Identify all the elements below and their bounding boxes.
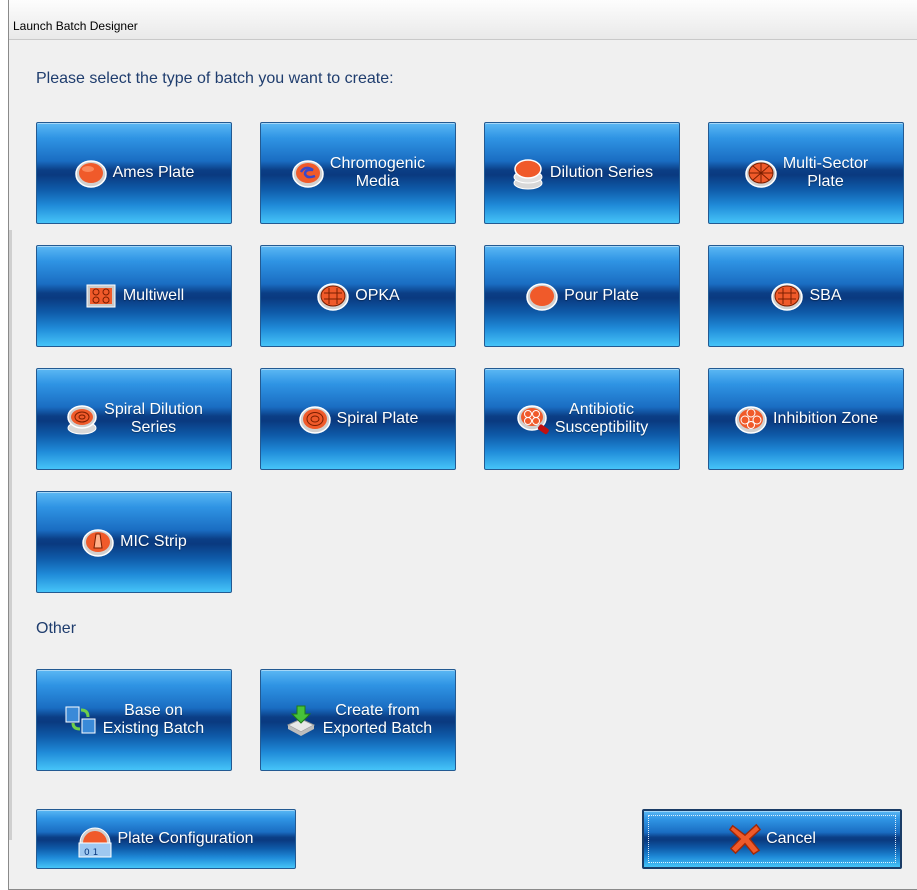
other-section-label: Other xyxy=(36,620,77,637)
opka-button[interactable]: OPKA xyxy=(260,245,456,347)
plate-configuration-button[interactable]: 0 1 Plate Configuration xyxy=(36,809,296,869)
chromogenic-media-button[interactable]: Chromogenic Media xyxy=(260,122,456,224)
ames-plate-icon xyxy=(74,160,107,188)
launch-batch-designer-window: Launch Batch Designer Please select the … xyxy=(8,0,917,890)
cancel-button[interactable]: Cancel xyxy=(642,809,902,869)
window-left-edge xyxy=(9,230,12,840)
button-label: SBA xyxy=(809,287,842,304)
mic-strip-button[interactable]: MIC Strip xyxy=(36,491,232,593)
multi-sector-plate-button[interactable]: Multi-Sector Plate xyxy=(708,122,904,224)
plate-configuration-icon: 0 1 xyxy=(78,827,112,858)
svg-text:0 1: 0 1 xyxy=(84,848,98,858)
spiral-plate-icon xyxy=(298,406,331,434)
dilution-series-button[interactable]: Dilution Series xyxy=(484,122,680,224)
button-label: Create from Exported Batch xyxy=(322,702,433,737)
button-label: Dilution Series xyxy=(549,164,654,181)
spiral-plate-button[interactable]: Spiral Plate xyxy=(260,368,456,470)
antibiotic-susceptibility-button[interactable]: Antibiotic Susceptibility xyxy=(484,368,680,470)
button-label: Ames Plate xyxy=(112,164,195,181)
dilution-series-icon xyxy=(513,159,543,190)
import-batch-icon xyxy=(286,705,315,736)
chromogenic-media-icon xyxy=(292,160,324,188)
window-title: Launch Batch Designer xyxy=(13,19,138,33)
button-label: OPKA xyxy=(355,287,400,304)
pour-plate-button[interactable]: Pour Plate xyxy=(484,245,680,347)
spiral-dilution-series-button[interactable]: Spiral Dilution Series xyxy=(36,368,232,470)
multi-sector-plate-icon xyxy=(745,160,777,188)
button-label: Multi-Sector Plate xyxy=(782,155,869,190)
mic-strip-icon xyxy=(82,529,114,557)
antibiotic-susceptibility-icon xyxy=(517,405,549,435)
copy-batch-icon xyxy=(65,706,96,734)
base-on-existing-batch-button[interactable]: Base on Existing Batch xyxy=(36,669,232,771)
button-label: MIC Strip xyxy=(120,533,187,550)
title-bar[interactable]: Launch Batch Designer xyxy=(9,0,917,40)
sba-icon xyxy=(771,283,804,311)
close-icon xyxy=(729,823,762,856)
opka-icon xyxy=(317,283,350,311)
button-label: Chromogenic Media xyxy=(329,155,426,190)
button-label: Spiral Dilution Series xyxy=(104,401,203,436)
sba-button[interactable]: SBA xyxy=(708,245,904,347)
button-label: Spiral Plate xyxy=(336,410,419,427)
inhibition-zone-button[interactable]: Inhibition Zone xyxy=(708,368,904,470)
ames-plate-button[interactable]: Ames Plate xyxy=(36,122,232,224)
inhibition-zone-icon xyxy=(735,406,767,434)
button-label: Multiwell xyxy=(122,287,185,304)
batch-type-prompt: Please select the type of batch you want… xyxy=(36,70,394,87)
multiwell-icon xyxy=(86,284,116,308)
button-label: Cancel xyxy=(766,830,816,847)
spiral-dilution-series-icon xyxy=(67,405,97,435)
button-label: Antibiotic Susceptibility xyxy=(554,401,649,436)
multiwell-button[interactable]: Multiwell xyxy=(36,245,232,347)
pour-plate-icon xyxy=(526,283,558,311)
button-label: Base on Existing Batch xyxy=(102,702,205,737)
button-label: Pour Plate xyxy=(564,287,639,304)
button-label: Plate Configuration xyxy=(117,830,254,847)
button-label: Inhibition Zone xyxy=(773,410,878,427)
create-from-exported-batch-button[interactable]: Create from Exported Batch xyxy=(260,669,456,771)
